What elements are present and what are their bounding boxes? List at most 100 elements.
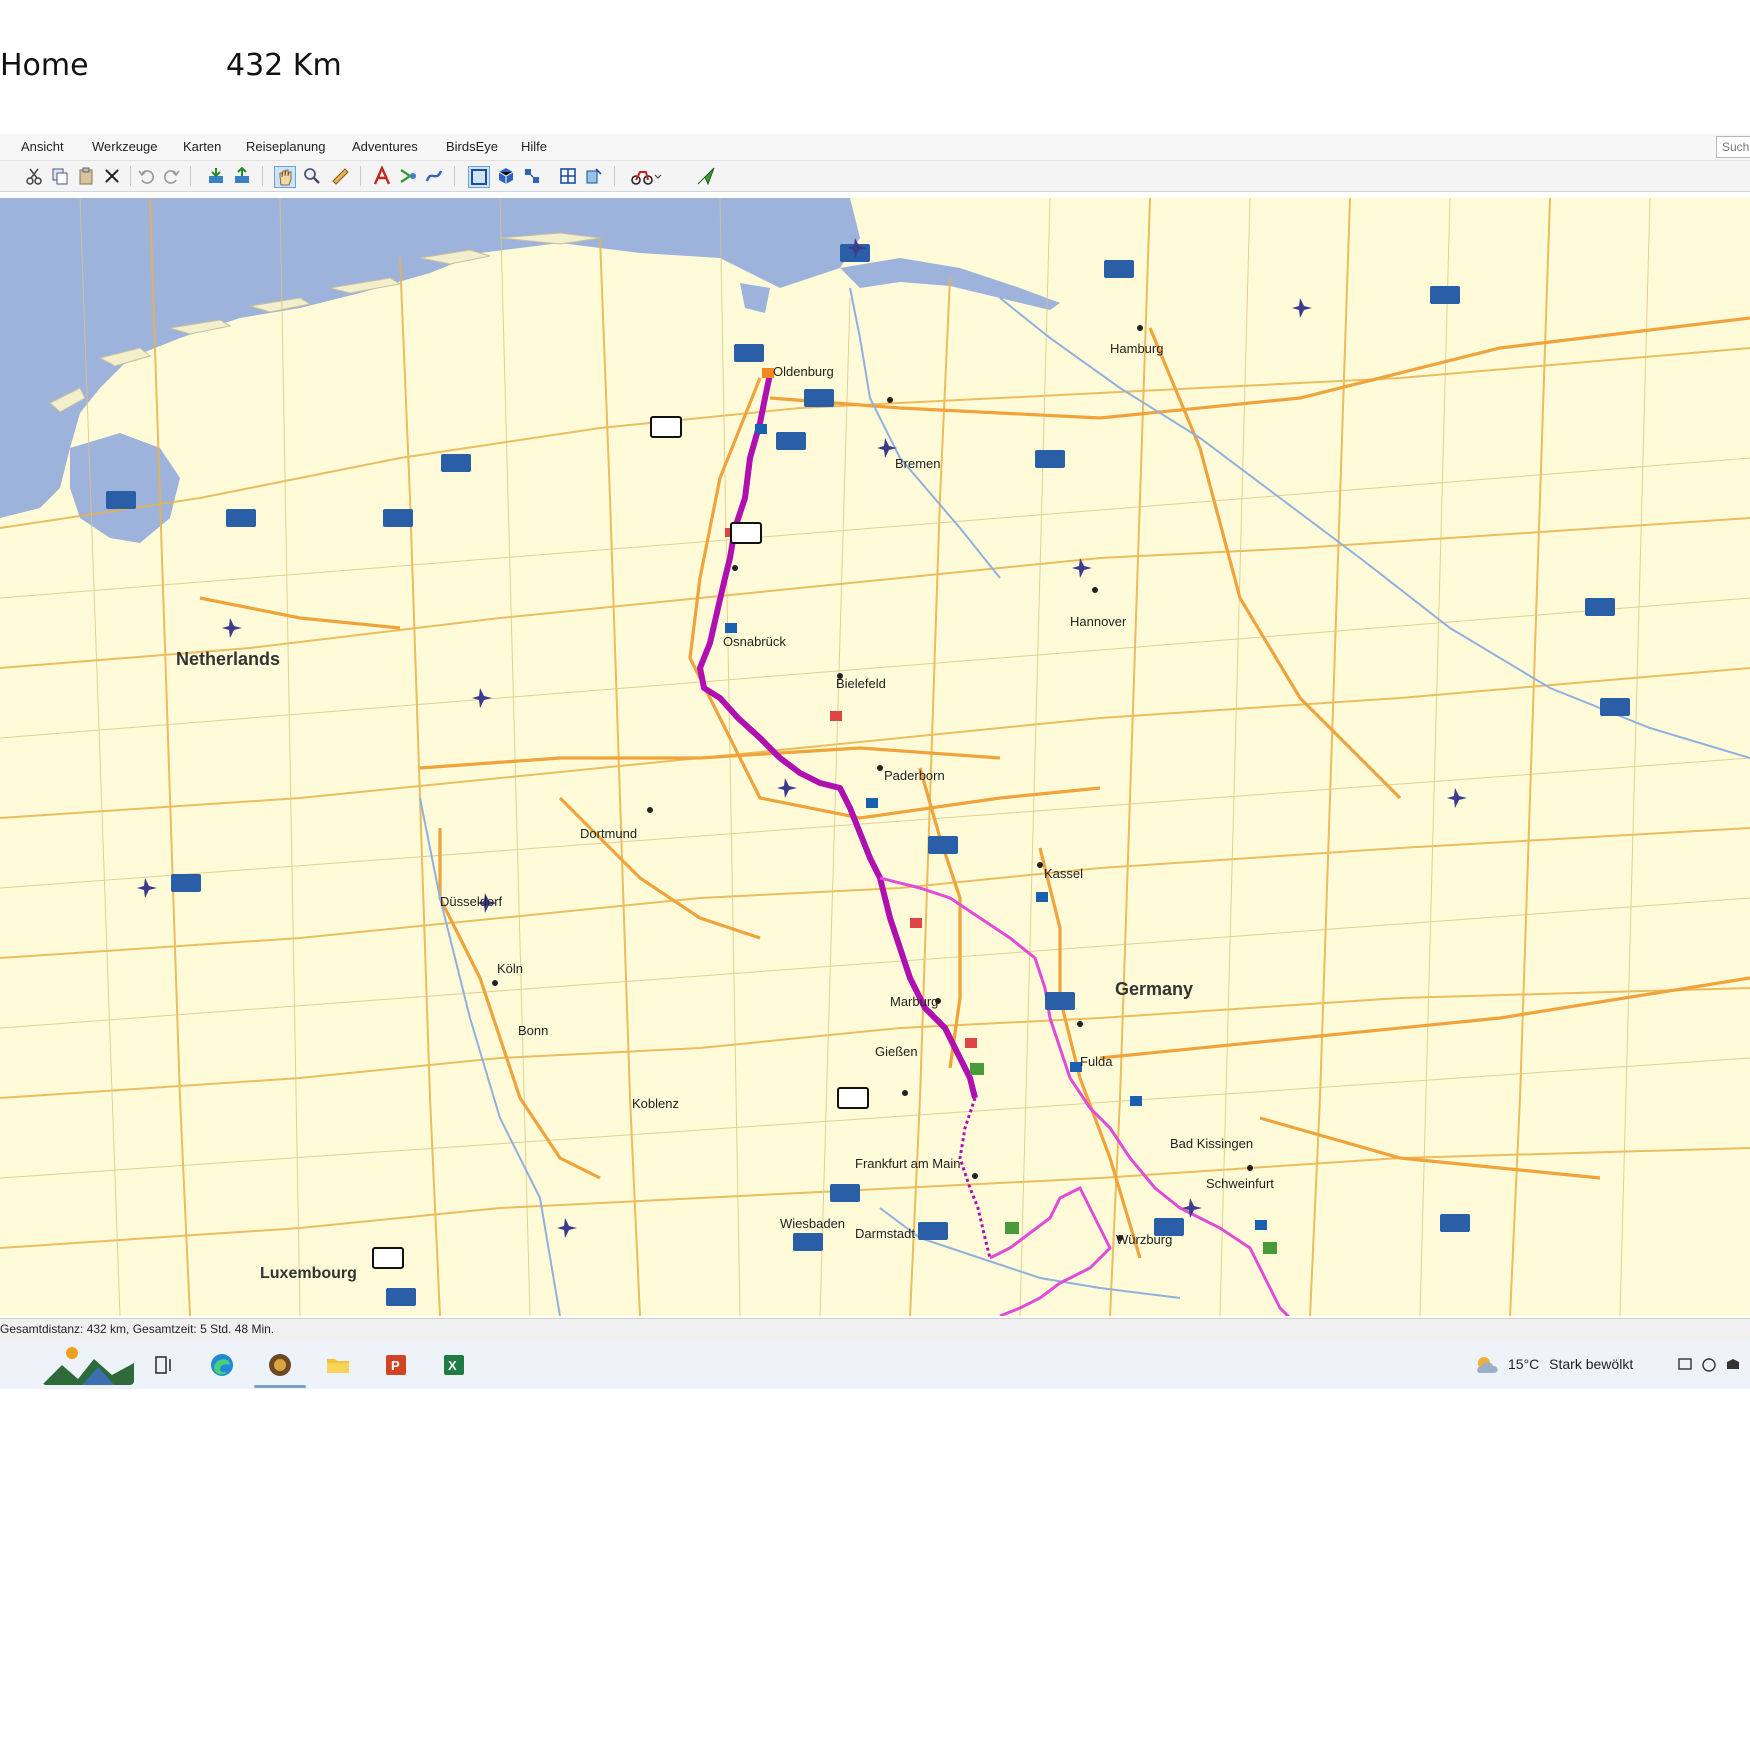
paste-icon[interactable] (76, 166, 96, 186)
redo-icon[interactable] (162, 166, 182, 186)
basecamp-app-icon[interactable] (266, 1351, 294, 1379)
city-label: Würzburg (1116, 1232, 1172, 1247)
city-label: Paderborn (884, 768, 945, 783)
activity-profile-icon[interactable] (630, 166, 662, 186)
weather-cloud-icon[interactable] (1472, 1351, 1504, 1379)
menu-karten[interactable]: Karten (183, 139, 221, 154)
map-view[interactable]: Netherlands Germany Luxembourg Oldenburg… (0, 198, 1750, 1316)
waypoint-flag-icon[interactable] (725, 623, 737, 633)
map-view-3d-icon[interactable] (496, 166, 516, 186)
waypoint-flag-icon[interactable] (1263, 1242, 1277, 1254)
toolbar-separator (262, 166, 263, 186)
birdseye-icon[interactable] (584, 166, 604, 186)
menu-ansicht[interactable]: Ansicht (21, 139, 64, 154)
send-to-device-icon[interactable] (232, 166, 252, 186)
menu-birdseye[interactable]: BirdsEye (446, 139, 498, 154)
network-icon[interactable] (1676, 1351, 1694, 1379)
autobahn-shield (441, 454, 471, 472)
menu-reiseplanung[interactable]: Reiseplanung (246, 139, 326, 154)
autobahn-shield (830, 1184, 860, 1202)
autobahn-shield (1045, 992, 1075, 1010)
city-label: Schweinfurt (1206, 1176, 1274, 1191)
svg-text:X: X (448, 1358, 457, 1373)
autobahn-shield (734, 344, 764, 362)
menu-bar: Ansicht Werkzeuge Karten Reiseplanung Ad… (0, 134, 1750, 161)
city-label: Wiesbaden (780, 1216, 845, 1231)
edge-icon[interactable] (208, 1351, 236, 1379)
city-label: Hamburg (1110, 341, 1163, 356)
country-label-germany: Germany (1115, 979, 1193, 999)
city-label: Koblenz (632, 1096, 679, 1111)
city-label: Frankfurt am Main (855, 1156, 960, 1171)
city-label: Bad Kissingen (1170, 1136, 1253, 1151)
caption-home: Home (0, 48, 89, 83)
measure-icon[interactable] (330, 166, 350, 186)
volume-icon[interactable] (1700, 1351, 1718, 1379)
weather-widget[interactable]: 15°C Stark bewölkt (1508, 1356, 1633, 1372)
widgets-landscape-icon[interactable] (42, 1345, 134, 1385)
zoom-icon[interactable] (302, 166, 322, 186)
autobahn-shield (1440, 1214, 1470, 1232)
new-route-icon[interactable] (372, 166, 392, 186)
track-tool-icon[interactable] (424, 166, 444, 186)
cut-icon[interactable] (24, 166, 44, 186)
road-shield (730, 522, 762, 544)
waypoint-flag-icon[interactable] (1005, 1222, 1019, 1234)
menu-werkzeuge[interactable]: Werkzeuge (92, 139, 158, 154)
fit-map-icon[interactable] (558, 166, 578, 186)
delete-icon[interactable] (102, 166, 122, 186)
route-edit-icon[interactable] (398, 166, 418, 186)
toolbar-separator (190, 166, 191, 186)
autobahn-shield (171, 874, 201, 892)
city-label: Osnabrück (723, 634, 786, 649)
waypoint-flag-icon[interactable] (866, 798, 878, 808)
waypoint-flag-icon[interactable] (970, 1063, 984, 1075)
file-explorer-icon[interactable] (324, 1351, 352, 1379)
copy-icon[interactable] (50, 166, 70, 186)
city-label: Kassel (1044, 866, 1083, 881)
map-canvas[interactable]: Netherlands Germany Luxembourg Oldenburg… (0, 198, 1750, 1316)
autobahn-shield (793, 1233, 823, 1251)
caption: Home 432 Km (0, 48, 342, 83)
city-label: Gießen (875, 1044, 918, 1059)
waypoint-flag-icon[interactable] (830, 711, 842, 721)
autobahn-shield (386, 1288, 416, 1306)
status-bar: Gesamtdistanz: 432 km, Gesamtzeit: 5 Std… (0, 1318, 1750, 1341)
city-label: Hannover (1070, 614, 1127, 629)
country-label-luxembourg: Luxembourg (260, 1265, 357, 1282)
powerpoint-icon[interactable]: P (382, 1351, 410, 1379)
waypoint-flag-icon[interactable] (1255, 1220, 1267, 1230)
menu-adventures[interactable]: Adventures (352, 139, 418, 154)
autobahn-shield (776, 432, 806, 450)
map-detail-icon[interactable] (522, 166, 542, 186)
undo-icon[interactable] (136, 166, 156, 186)
autobahn-shield (928, 836, 958, 854)
waypoint-flag-icon[interactable] (1130, 1096, 1142, 1106)
autobahn-shield (1104, 260, 1134, 278)
waypoint-flag-icon[interactable] (755, 424, 767, 434)
active-app-indicator (254, 1385, 306, 1388)
waypoint-flag-icon[interactable] (910, 918, 922, 928)
search-input[interactable]: Such (1716, 136, 1750, 158)
map-view-2d-icon[interactable] (468, 166, 490, 188)
task-view-icon[interactable] (150, 1351, 178, 1379)
road-shield (372, 1247, 404, 1269)
waypoint-flag-icon[interactable] (965, 1038, 977, 1048)
hand-tool-icon[interactable] (274, 166, 296, 188)
battery-icon[interactable] (1724, 1351, 1742, 1379)
menu-hilfe[interactable]: Hilfe (521, 139, 547, 154)
city-label: Oldenburg (773, 364, 834, 379)
autobahn-shield (1600, 698, 1630, 716)
road-shield (650, 416, 682, 438)
toolbar (0, 161, 1750, 192)
svg-text:P: P (391, 1358, 400, 1373)
city-label: Dortmund (580, 826, 637, 841)
excel-icon[interactable]: X (440, 1351, 468, 1379)
city-label: Düsseldorf (440, 894, 503, 909)
send-icon[interactable] (696, 166, 716, 186)
weather-temperature: 15°C (1508, 1356, 1540, 1372)
waypoint-flag-icon[interactable] (1036, 892, 1048, 902)
city-label: Bonn (518, 1023, 548, 1038)
autobahn-shield (804, 389, 834, 407)
receive-from-device-icon[interactable] (206, 166, 226, 186)
